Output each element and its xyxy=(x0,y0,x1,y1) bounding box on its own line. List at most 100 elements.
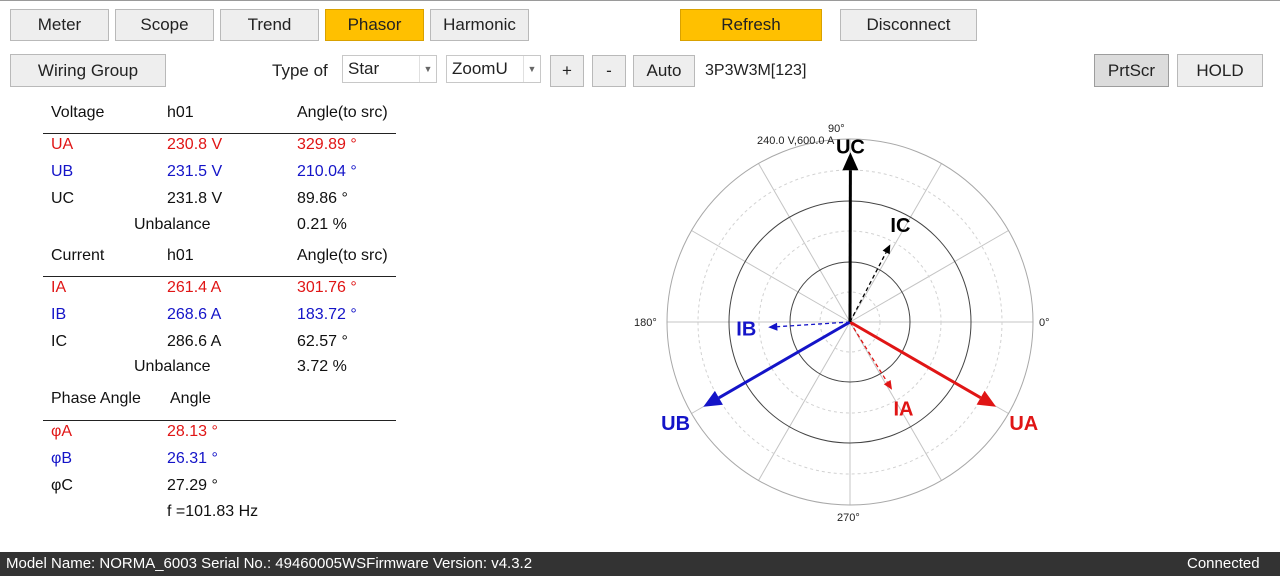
voltage-header: Voltage xyxy=(51,104,105,121)
ib-vector-label: IB xyxy=(736,319,756,341)
current-row-name: IC xyxy=(51,333,67,350)
phase-angle-header: Phase Angle xyxy=(51,390,141,407)
prtscr-button[interactable]: PrtScr xyxy=(1094,54,1169,87)
type-of-label: Type of xyxy=(272,61,328,80)
voltage-row-angle: 89.86 ° xyxy=(297,190,348,207)
voltage-unbalance-value: 0.21 % xyxy=(297,216,347,233)
grid-spoke xyxy=(691,321,851,414)
grid-ring xyxy=(819,291,881,353)
ic-arrowhead xyxy=(882,244,891,255)
wiring-group-button[interactable]: Wiring Group xyxy=(10,54,166,87)
voltage-row-value: 231.5 V xyxy=(167,163,223,180)
ub-vector-label: UB xyxy=(661,413,690,435)
type-select[interactable]: Star ▼ xyxy=(342,55,437,83)
current-row-value: 286.6 A xyxy=(167,333,222,350)
phase-angle-row-name: φA xyxy=(51,423,73,440)
voltage-row-name: UC xyxy=(51,190,75,207)
ia-vector-line xyxy=(849,321,888,383)
ua-vector-line xyxy=(849,320,982,399)
grid-spoke xyxy=(691,230,851,323)
grid-ring xyxy=(789,261,911,383)
current-unbalance-value: 3.72 % xyxy=(297,358,347,375)
current-angle-header: Angle(to src) xyxy=(297,247,388,264)
zoom-in-button[interactable]: + xyxy=(550,55,584,87)
current-harmonic-header: h01 xyxy=(167,247,194,264)
voltage-row-name: UB xyxy=(51,163,74,180)
current-row-value: 268.6 A xyxy=(167,306,222,323)
connection-status: Connected xyxy=(1187,555,1260,572)
type-select-value: Star xyxy=(348,59,380,78)
grid-ring xyxy=(697,169,1003,475)
current-row-name: IB xyxy=(51,306,67,323)
phase-angle-value-header: Angle xyxy=(170,390,211,407)
tab-scope[interactable]: Scope xyxy=(115,9,214,41)
ia-vector-label: IA xyxy=(894,399,914,421)
current-row-name: IA xyxy=(51,279,67,296)
top-border xyxy=(0,0,1280,1)
angle-label-90: 90° xyxy=(828,123,845,135)
ia-arrowhead xyxy=(883,380,892,390)
tab-meter[interactable]: Meter xyxy=(10,9,109,41)
current-row-value: 261.4 A xyxy=(167,279,222,296)
zoom-out-button[interactable]: - xyxy=(592,55,626,87)
wiring-mode-label: 3P3W3M[123] xyxy=(705,62,807,79)
chevron-down-icon[interactable]: ▼ xyxy=(419,56,436,82)
current-row-angle: 301.76 ° xyxy=(297,279,357,296)
grid-spoke xyxy=(758,163,851,323)
ub-arrowhead xyxy=(703,390,723,407)
divider xyxy=(43,420,396,421)
device-info: Model Name: NORMA_6003 Serial No.: 49460… xyxy=(6,555,533,572)
voltage-row-angle: 210.04 ° xyxy=(297,163,357,180)
zoom-select-value: ZoomU xyxy=(452,59,508,78)
uc-vector-label: UC xyxy=(836,136,865,158)
phasor-vectors: UA UB UC IA IB IC xyxy=(661,136,1038,435)
voltage-row-name: UA xyxy=(51,136,74,153)
voltage-angle-header: Angle(to src) xyxy=(297,104,388,121)
chevron-down-icon[interactable]: ▼ xyxy=(523,56,540,82)
angle-label-270: 270° xyxy=(837,512,860,524)
voltage-unbalance-label: Unbalance xyxy=(134,216,211,233)
scale-label: 240.0 V,600.0 A xyxy=(757,135,835,147)
grid-ring xyxy=(728,200,972,444)
current-header: Current xyxy=(51,247,105,264)
ua-vector-label: UA xyxy=(1009,413,1038,435)
ic-vector-line xyxy=(849,252,887,323)
ic-vector-label: IC xyxy=(890,215,910,237)
ib-arrowhead xyxy=(768,322,778,331)
grid-ring xyxy=(758,230,942,414)
voltage-row-angle: 329.89 ° xyxy=(297,136,357,153)
angle-label-180: 180° xyxy=(634,317,657,329)
disconnect-button[interactable]: Disconnect xyxy=(840,9,977,41)
grid-spoke xyxy=(849,230,1009,323)
phase-angle-row-value: 28.13 ° xyxy=(167,423,218,440)
zoom-select[interactable]: ZoomU ▼ xyxy=(446,55,541,83)
grid-spoke xyxy=(758,321,851,481)
status-bar: Model Name: NORMA_6003 Serial No.: 49460… xyxy=(0,552,1280,576)
tab-trend[interactable]: Trend xyxy=(220,9,319,41)
current-row-angle: 62.57 ° xyxy=(297,333,348,350)
phase-angle-row-name: φC xyxy=(51,477,73,494)
voltage-harmonic-header: h01 xyxy=(167,104,194,121)
phase-angle-row-name: φB xyxy=(51,450,73,467)
hold-button[interactable]: HOLD xyxy=(1177,54,1263,87)
auto-button[interactable]: Auto xyxy=(633,55,695,87)
current-unbalance-label: Unbalance xyxy=(134,358,211,375)
ib-vector-line xyxy=(777,321,851,328)
voltage-row-value: 230.8 V xyxy=(167,136,223,153)
refresh-button[interactable]: Refresh xyxy=(680,9,822,41)
phase-angle-row-value: 27.29 ° xyxy=(167,477,218,494)
divider xyxy=(43,276,396,277)
angle-label-0: 0° xyxy=(1039,317,1050,329)
polar-grid xyxy=(666,138,1034,506)
tab-harmonic[interactable]: Harmonic xyxy=(430,9,529,41)
current-row-angle: 183.72 ° xyxy=(297,306,357,323)
grid-ring xyxy=(666,138,1034,506)
frequency-readout: f =101.83 Hz xyxy=(167,503,259,520)
phase-angle-row-value: 26.31 ° xyxy=(167,450,218,467)
grid-spoke xyxy=(849,163,942,323)
divider xyxy=(43,133,396,134)
tab-phasor[interactable]: Phasor xyxy=(325,9,424,41)
ua-arrowhead xyxy=(976,390,997,407)
voltage-row-value: 231.8 V xyxy=(167,190,223,207)
grid-spoke xyxy=(849,321,1009,414)
